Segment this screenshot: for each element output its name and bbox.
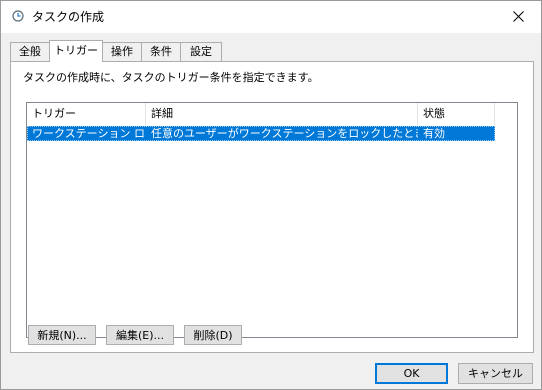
edit-button[interactable]: 編集(E)...: [106, 325, 174, 345]
triggers-list[interactable]: トリガー 詳細 状態 ワークステーション ロッ... 任意のユーザーがワークステ…: [26, 102, 518, 338]
cancel-button[interactable]: キャンセル: [458, 363, 533, 384]
list-header: トリガー 詳細 状態: [27, 103, 495, 125]
cell-detail: 任意のユーザーがワークステーションをロックしたとき: [151, 127, 418, 140]
tab-general[interactable]: 全般: [10, 42, 50, 61]
triggers-panel: タスクの作成時に、タスクのトリガー条件を指定できます。 トリガー 詳細 状態 ワ…: [10, 61, 534, 353]
ok-button[interactable]: OK: [375, 363, 448, 384]
task-create-dialog: タスクの作成 全般 トリガー 操作 条件 設定 タスクの作成時に、タスクのトリガ…: [0, 0, 542, 390]
tab-settings[interactable]: 設定: [180, 42, 222, 61]
tab-conditions[interactable]: 条件: [141, 42, 181, 61]
new-button[interactable]: 新規(N)...: [28, 325, 96, 345]
column-status[interactable]: 状態: [418, 103, 495, 125]
table-row[interactable]: ワークステーション ロッ... 任意のユーザーがワークステーションをロックしたと…: [27, 126, 495, 141]
column-trigger[interactable]: トリガー: [27, 103, 146, 125]
window-title: タスクの作成: [32, 10, 105, 24]
panel-description: タスクの作成時に、タスクのトリガー条件を指定できます。: [23, 71, 319, 84]
title-bar: タスクの作成: [1, 1, 541, 33]
close-icon: [513, 11, 524, 22]
cell-trigger: ワークステーション ロッ...: [32, 127, 146, 140]
clock-icon: [12, 10, 24, 22]
tab-triggers[interactable]: トリガー: [49, 40, 103, 62]
close-button[interactable]: [497, 1, 541, 33]
column-detail[interactable]: 詳細: [146, 103, 418, 125]
tab-actions[interactable]: 操作: [102, 42, 142, 61]
cell-status: 有効: [423, 127, 445, 140]
delete-button[interactable]: 削除(D): [184, 325, 242, 345]
